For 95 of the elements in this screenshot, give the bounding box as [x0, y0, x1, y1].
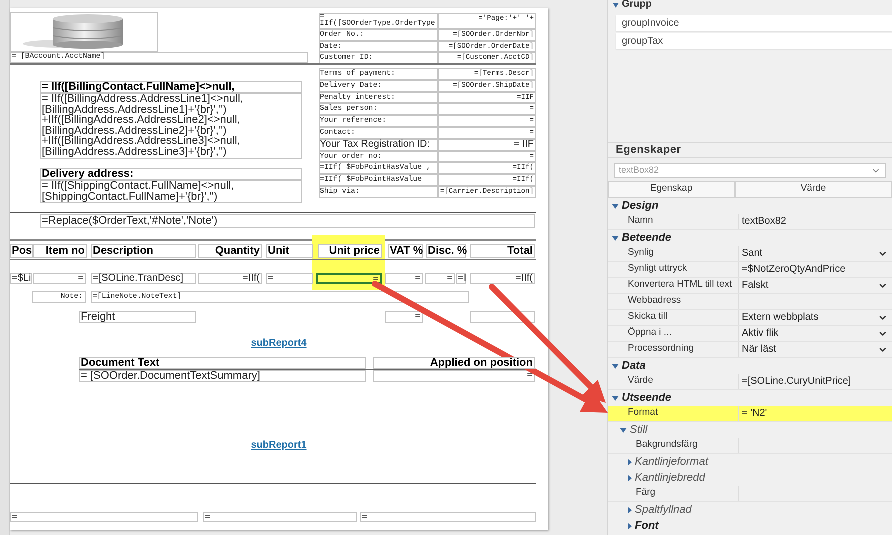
field-expression: = — [203, 512, 357, 522]
property-row[interactable]: Skicka till Extern webbplats — [608, 310, 892, 326]
property-name: Processordning — [628, 342, 694, 356]
detail-field[interactable]: = — [425, 273, 455, 284]
field-expression: = IIf([BillingContact.FullName]<>null, — [40, 81, 302, 93]
detail-field[interactable]: =$Li — [10, 273, 32, 284]
property-row[interactable]: Processordning När läst — [608, 342, 892, 358]
property-name: Namn — [628, 214, 654, 228]
panel-title: Grupp — [622, 0, 652, 10]
caret-down-icon[interactable] — [612, 396, 619, 400]
field-label: Your Tax Registration ID: — [319, 138, 438, 151]
caret-down-icon[interactable] — [613, 2, 619, 8]
property-row[interactable]: Konvertera HTML till text Falskt — [608, 278, 892, 294]
detail-field[interactable]: =IIf( — [470, 273, 535, 284]
group-item[interactable]: groupInvoice — [616, 15, 892, 31]
property-value[interactable]: Extern webbplats — [742, 310, 819, 325]
caret-down-icon[interactable] — [620, 428, 627, 432]
property-value[interactable]: Aktiv flik — [742, 326, 779, 341]
field-expression: = IIf([ShippingContact.FullName]<>null, [ShippingContact.FullName]+'{br}','') — [40, 180, 302, 203]
property-row[interactable]: Värde =[SOLine.CuryUnitPrice] — [608, 374, 892, 390]
property-row[interactable]: Format = 'N2' — [608, 406, 892, 422]
detail-field[interactable]: =I — [456, 273, 466, 284]
group-title[interactable]: Still — [630, 422, 648, 438]
property-row[interactable]: Webbadress — [608, 294, 892, 310]
field-expression: = — [385, 311, 423, 323]
caret-right-icon[interactable] — [628, 474, 632, 482]
field-label: Freight — [79, 311, 196, 323]
property-name: Skicka till — [628, 310, 668, 324]
property-row[interactable]: Bakgrundsfärg — [608, 438, 892, 454]
column-header: Unit price — [318, 244, 382, 258]
property-value[interactable]: =$NotZeroQtyAndPrice — [742, 262, 846, 277]
property-value[interactable]: = 'N2' — [742, 406, 768, 421]
column-header: Document Text — [79, 357, 366, 369]
category-title[interactable]: Font — [635, 518, 659, 534]
category-title[interactable]: Beteende — [622, 230, 672, 246]
category-title[interactable]: Utseende — [622, 390, 672, 406]
property-row[interactable]: Öppna i ... Aktiv flik — [608, 326, 892, 342]
detail-field[interactable]: = — [266, 273, 313, 284]
column-header: Description — [91, 244, 196, 258]
field-expression: = [SOOrder.DocumentTextSummary] — [79, 370, 366, 382]
column-header[interactable]: Egenskap — [608, 181, 735, 198]
column-header: VAT % — [388, 244, 423, 258]
panel-title: Egenskaper — [616, 142, 682, 158]
caret-right-icon[interactable] — [628, 522, 632, 530]
property-name: Format — [628, 406, 658, 420]
field-expression: = — [373, 370, 535, 382]
column-header: Total — [470, 244, 535, 258]
property-name: Synlig — [628, 246, 654, 260]
column-header: Unit — [266, 244, 313, 258]
column-header: Applied on position — [373, 357, 535, 369]
field-expression: = — [10, 512, 198, 522]
property-value[interactable]: Sant — [742, 246, 763, 261]
detail-field[interactable]: =IIf( — [198, 273, 262, 284]
property-name: Värde — [628, 374, 654, 388]
field-expression: Delivery address: — [40, 168, 302, 180]
caret-down-icon[interactable] — [612, 236, 619, 240]
subreport-link[interactable]: subReport1 — [251, 438, 307, 453]
detail-field[interactable]: = — [33, 273, 86, 284]
property-name: Synligt uttryck — [628, 262, 688, 276]
caret-right-icon[interactable] — [628, 458, 632, 466]
property-row[interactable]: Färg — [608, 486, 892, 502]
detail-field[interactable]: = — [316, 273, 382, 284]
property-name: Öppna i ... — [628, 326, 672, 340]
property-row[interactable]: Synlig Sant — [608, 246, 892, 262]
property-value[interactable]: Falskt — [742, 278, 769, 293]
column-header[interactable]: Värde — [735, 181, 892, 198]
group-title[interactable]: Kantlinjeformat — [635, 454, 708, 470]
property-name: Konvertera HTML till text — [628, 278, 732, 292]
category-title[interactable]: Data — [622, 358, 646, 374]
category-title[interactable]: Design — [622, 198, 659, 214]
caret-down-icon[interactable] — [612, 204, 619, 208]
detail-field[interactable]: = — [385, 273, 423, 284]
field-expression: =Replace($OrderText,'#Note','Note') — [40, 214, 535, 228]
group-item[interactable]: groupTax — [616, 33, 892, 49]
column-header: Quantity — [198, 244, 262, 258]
subreport-link[interactable]: subReport4 — [251, 336, 307, 351]
field-expression: = IIF — [438, 138, 536, 151]
field-expression: = IIf([BillingAddress.AddressLine1]<>null, [BillingAddress.AddressLine1]+'{br}','') +IIf([BillingAddress.AddressLine2]<>null, [BillingAddress.AddressLine2]+'{br}','') +IIf([BillingAddress.AddressLine3]<>null, [BillingAddress.AddressLine3]+'{br}','') — [40, 93, 302, 159]
column-header: Item no — [33, 244, 87, 258]
property-value[interactable]: När läst — [742, 342, 776, 357]
group-title[interactable]: Spaltfyllnad — [635, 502, 692, 518]
property-name: Bakgrundsfärg — [636, 438, 698, 452]
field-expression: = — [360, 512, 536, 522]
caret-down-icon[interactable] — [612, 364, 619, 368]
property-row[interactable]: Namn textBox82 — [608, 214, 892, 230]
detail-field[interactable]: =[SOLine.TranDesc] — [91, 273, 196, 284]
caret-right-icon[interactable] — [628, 506, 632, 514]
property-row[interactable]: Synligt uttryck =$NotZeroQtyAndPrice — [608, 262, 892, 278]
property-name: Färg — [636, 486, 656, 500]
property-name: Webbadress — [628, 294, 682, 308]
property-value[interactable]: =[SOLine.CuryUnitPrice] — [742, 374, 852, 389]
column-header: Disc. % — [426, 244, 466, 258]
group-title[interactable]: Kantlinjebredd — [635, 470, 706, 486]
column-header: Pos — [10, 244, 33, 258]
property-value[interactable]: textBox82 — [742, 214, 786, 229]
